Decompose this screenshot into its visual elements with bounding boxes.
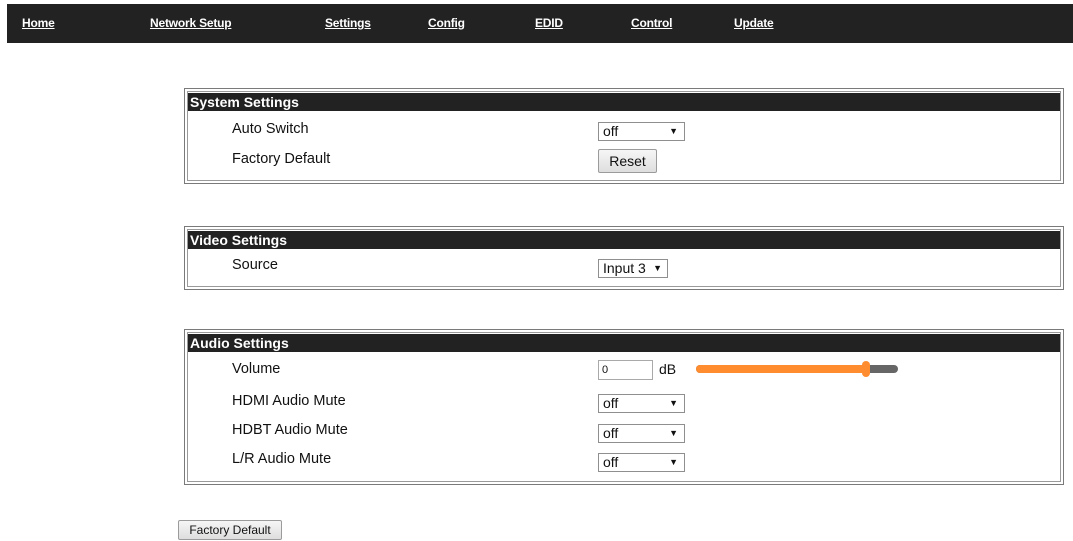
hdbt-mute-value: off	[603, 425, 619, 441]
nav-home[interactable]: Home	[22, 16, 55, 30]
lr-mute-row: L/R Audio Mute off ▼	[188, 448, 1060, 474]
nav-control[interactable]: Control	[631, 16, 672, 30]
source-row: Source Input 3 ▼	[188, 254, 1060, 280]
hdmi-mute-select[interactable]: off ▼	[598, 394, 685, 413]
auto-switch-select[interactable]: off ▼	[598, 122, 685, 141]
hdbt-mute-label: HDBT Audio Mute	[232, 422, 348, 438]
factory-default-button[interactable]: Factory Default	[178, 520, 282, 540]
dropdown-arrow-icon: ▼	[669, 398, 678, 408]
nav-config[interactable]: Config	[428, 16, 465, 30]
video-settings-inner: Video Settings Source Input 3 ▼	[187, 229, 1061, 287]
lr-mute-select[interactable]: off ▼	[598, 453, 685, 472]
audio-settings-title: Audio Settings	[188, 334, 1060, 352]
factory-default-row: Factory Default Reset	[188, 148, 1060, 174]
video-settings-title: Video Settings	[188, 231, 1060, 249]
system-settings-title: System Settings	[188, 93, 1060, 111]
volume-input[interactable]: 0	[598, 360, 653, 380]
dropdown-arrow-icon: ▼	[669, 457, 678, 467]
source-value: Input 3	[603, 260, 646, 276]
nav-edid[interactable]: EDID	[535, 16, 563, 30]
factory-default-label: Factory Default	[232, 151, 331, 167]
nav-network-setup[interactable]: Network Setup	[150, 16, 232, 30]
nav-update[interactable]: Update	[734, 16, 774, 30]
volume-slider-thumb[interactable]	[861, 361, 870, 377]
auto-switch-label: Auto Switch	[232, 121, 309, 137]
volume-slider[interactable]	[696, 361, 898, 377]
lr-mute-value: off	[603, 454, 619, 470]
audio-settings-panel: Audio Settings Volume 0 dB HDMI Audio Mu…	[184, 329, 1064, 485]
source-label: Source	[232, 257, 278, 273]
top-nav-bar: Home Network Setup Settings Config EDID …	[7, 4, 1073, 43]
nav-settings[interactable]: Settings	[325, 16, 371, 30]
system-settings-inner: System Settings Auto Switch off ▼ Factor…	[187, 91, 1061, 181]
hdmi-mute-value: off	[603, 395, 619, 411]
volume-label: Volume	[232, 361, 281, 377]
hdbt-mute-row: HDBT Audio Mute off ▼	[188, 419, 1060, 445]
hdbt-mute-select[interactable]: off ▼	[598, 424, 685, 443]
auto-switch-row: Auto Switch off ▼	[188, 118, 1060, 144]
dropdown-arrow-icon: ▼	[669, 428, 678, 438]
source-select[interactable]: Input 3 ▼	[598, 259, 668, 278]
volume-unit: dB	[659, 361, 677, 377]
dropdown-arrow-icon: ▼	[669, 126, 678, 136]
hdmi-mute-label: HDMI Audio Mute	[232, 393, 346, 409]
auto-switch-value: off	[603, 123, 619, 139]
lr-mute-label: L/R Audio Mute	[232, 451, 332, 467]
volume-slider-fill	[696, 365, 866, 373]
reset-button[interactable]: Reset	[598, 149, 657, 173]
video-settings-panel: Video Settings Source Input 3 ▼	[184, 226, 1064, 290]
system-settings-panel: System Settings Auto Switch off ▼ Factor…	[184, 88, 1064, 184]
dropdown-arrow-icon: ▼	[653, 263, 662, 273]
hdmi-mute-row: HDMI Audio Mute off ▼	[188, 390, 1060, 416]
volume-row: Volume 0 dB	[188, 358, 1060, 384]
audio-settings-inner: Audio Settings Volume 0 dB HDMI Audio Mu…	[187, 332, 1061, 482]
